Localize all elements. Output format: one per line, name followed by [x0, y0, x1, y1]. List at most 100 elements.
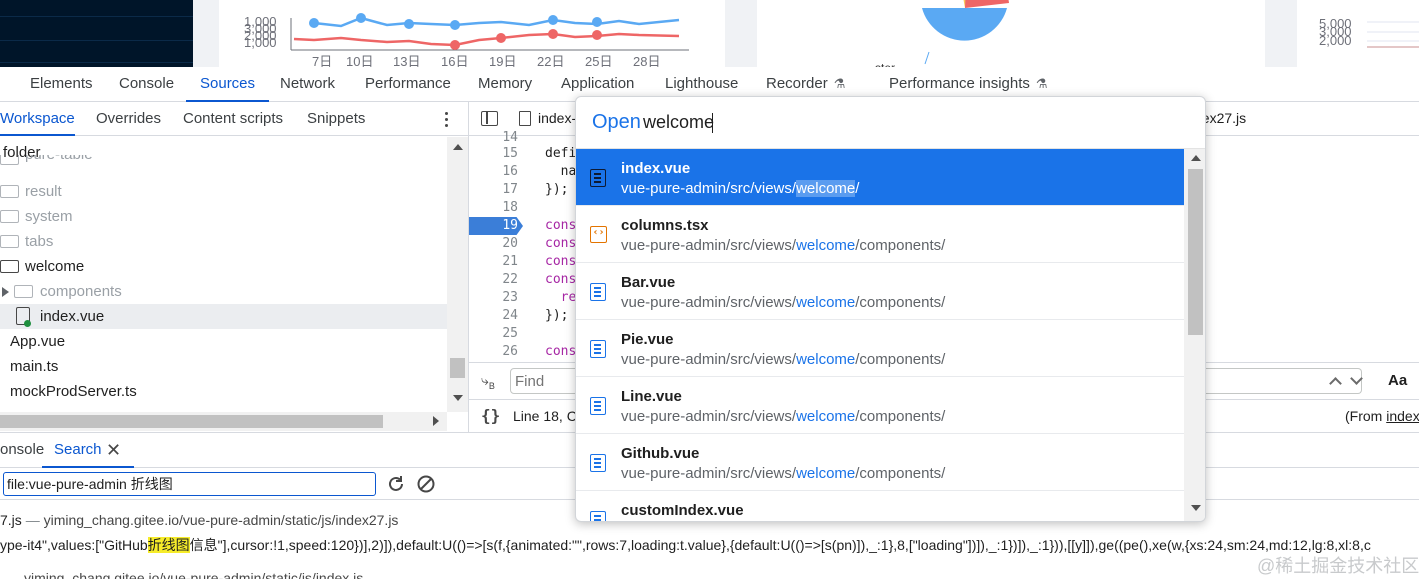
nav-tab-overrides[interactable]: Overrides — [96, 102, 161, 135]
tree-item-file[interactable]: App.vue — [0, 329, 447, 354]
series-blue-point — [592, 17, 602, 27]
clear-icon[interactable] — [416, 474, 436, 494]
folder-icon — [0, 260, 19, 273]
open-file-input[interactable]: Open welcome — [576, 97, 1205, 149]
text-caret — [712, 113, 713, 133]
document-icon — [590, 454, 606, 472]
line-number: 19 — [502, 218, 518, 233]
result-item[interactable]: Github.vue vue-pure-admin/src/views/welc… — [576, 434, 1184, 491]
series-blue-point — [309, 18, 319, 28]
x-tick: 16日 — [441, 54, 468, 67]
tree-item-folder-components[interactable]: components — [0, 279, 447, 304]
search-input[interactable] — [3, 472, 376, 496]
replace-toggle-icon[interactable]: ⤷B — [481, 372, 495, 391]
source-origin: (From index — [1345, 408, 1419, 424]
tab-elements[interactable]: Elements — [30, 67, 93, 101]
series-blue-point — [404, 19, 414, 29]
watermark: @稀土掘金技术社区 — [1257, 556, 1419, 576]
more-options-icon[interactable] — [440, 109, 454, 129]
tree-item-folder-welcome[interactable]: welcome — [0, 254, 447, 279]
nav-tab-workspace[interactable]: Workspace — [0, 102, 75, 136]
scroll-up-icon[interactable] — [1191, 155, 1201, 161]
code-line: na — [545, 164, 577, 179]
open-file-results: index.vue vue-pure-admin/src/views/welco… — [576, 149, 1184, 521]
pretty-print-icon[interactable]: {} — [481, 406, 500, 425]
chevron-down-icon[interactable] — [1350, 372, 1363, 385]
tab-memory[interactable]: Memory — [478, 67, 532, 101]
code-line: cons — [545, 272, 577, 287]
series-blue-line — [313, 16, 680, 28]
scroll-right-icon[interactable] — [433, 416, 439, 426]
scrollbar-thumb[interactable] — [1188, 169, 1203, 335]
result-item[interactable]: ‹› columns.tsx vue-pure-admin/src/views/… — [576, 206, 1184, 263]
line-number: 17 — [502, 182, 518, 197]
nav-tab-content-scripts[interactable]: Content scripts — [183, 102, 283, 135]
nav-tab-snippets[interactable]: Snippets — [307, 102, 365, 135]
scroll-up-icon[interactable] — [453, 144, 463, 150]
y-tick: 1,000 — [244, 35, 277, 50]
page-preview: 1,000 3,000 2,000 1,000 7日 10日 13日 16日 1… — [0, 0, 1419, 67]
tree-item-file[interactable]: main.ts — [0, 354, 447, 379]
results-scrollbar[interactable] — [1184, 149, 1205, 521]
tree-item-file[interactable]: mockProdServer.ts — [0, 379, 447, 404]
find-navigation — [1205, 368, 1363, 394]
tree-horizontal-scrollbar[interactable] — [0, 412, 447, 431]
tree-item-file-selected[interactable]: index.vue — [0, 304, 447, 329]
scrollbar-thumb[interactable] — [0, 415, 383, 428]
code-line: defi — [545, 146, 577, 161]
folder-icon — [0, 235, 19, 248]
result-item[interactable]: Pie.vue vue-pure-admin/src/views/welcome… — [576, 320, 1184, 377]
preview-line-chart-card: 1,000 3,000 2,000 1,000 7日 10日 13日 16日 1… — [219, 0, 725, 67]
folder-icon — [0, 155, 19, 165]
result-item-selected[interactable]: index.vue vue-pure-admin/src/views/welco… — [576, 149, 1184, 206]
line-number-gutter[interactable]: 14 15 16 17 18 19 20 21 22 23 24 25 26 — [469, 130, 524, 362]
drawer-tab-search[interactable]: Search — [42, 433, 133, 468]
tab-sources[interactable]: Sources — [185, 67, 270, 102]
series-red-point — [592, 30, 602, 40]
tree-item-folder[interactable]: tabs — [0, 229, 447, 254]
preview-line-chart: 1,000 3,000 2,000 1,000 7日 10日 13日 16日 1… — [244, 13, 689, 67]
series-red-line — [293, 32, 680, 47]
source-origin-link[interactable]: index — [1386, 408, 1419, 424]
code-line: cons — [545, 254, 577, 269]
tree-item-folder[interactable]: system — [0, 204, 447, 229]
line-number: 15 — [502, 146, 518, 161]
result-match-line[interactable]: ype-it4",values:["GitHub折线图信息"],cursor:!… — [0, 535, 1371, 555]
toggle-sidebar-icon[interactable] — [481, 111, 498, 126]
file-tree: folder pure-table result system tabs wel… — [0, 137, 468, 431]
line-number: 18 — [502, 200, 518, 215]
match-case-button[interactable]: Aa — [1388, 372, 1407, 389]
result-file-header[interactable]: 7.js — yiming_chang.gitee.io/vue-pure-ad… — [0, 512, 398, 528]
chevron-up-icon[interactable] — [1329, 377, 1342, 390]
result-item[interactable]: customIndex.vue — [576, 491, 1184, 521]
tab-console[interactable]: Console — [119, 67, 174, 101]
tab-performance[interactable]: Performance — [365, 67, 451, 101]
document-icon — [590, 397, 606, 415]
pie-slice-red — [965, 0, 1009, 8]
code-line: re — [545, 290, 577, 305]
drawer-tab-console[interactable]: onsole — [0, 433, 44, 467]
result-file-header[interactable]: yiming_chang.gitee.io/vue-pure-admin/sta… — [0, 570, 363, 579]
line-number: 23 — [502, 290, 518, 305]
open-prefix: Open — [592, 111, 641, 133]
folder-icon — [14, 285, 33, 298]
result-item[interactable]: Line.vue vue-pure-admin/src/views/welcom… — [576, 377, 1184, 434]
x-tick: 10日 — [346, 54, 373, 67]
tab-network[interactable]: Network — [280, 67, 335, 101]
series-red-point — [548, 29, 558, 39]
refresh-icon[interactable] — [386, 474, 406, 494]
editor-tab-index[interactable]: index- — [538, 102, 576, 135]
tree-item-folder[interactable]: result — [0, 179, 447, 204]
code-line: cons — [545, 218, 577, 233]
result-item[interactable]: Bar.vue vue-pure-admin/src/views/welcome… — [576, 263, 1184, 320]
scroll-down-icon[interactable] — [453, 395, 463, 401]
series-red-point — [496, 33, 506, 43]
line-number: 24 — [502, 308, 518, 323]
tree-item-folder[interactable]: pure-table — [0, 155, 447, 168]
expand-arrow-icon[interactable] — [2, 287, 9, 297]
tree-vertical-scrollbar[interactable] — [447, 137, 468, 412]
close-icon[interactable]: ✕ — [106, 441, 122, 459]
scroll-down-icon[interactable] — [1191, 505, 1201, 511]
scrollbar-thumb[interactable] — [450, 358, 465, 378]
preview-pie-chart: ster — [875, 0, 1009, 67]
